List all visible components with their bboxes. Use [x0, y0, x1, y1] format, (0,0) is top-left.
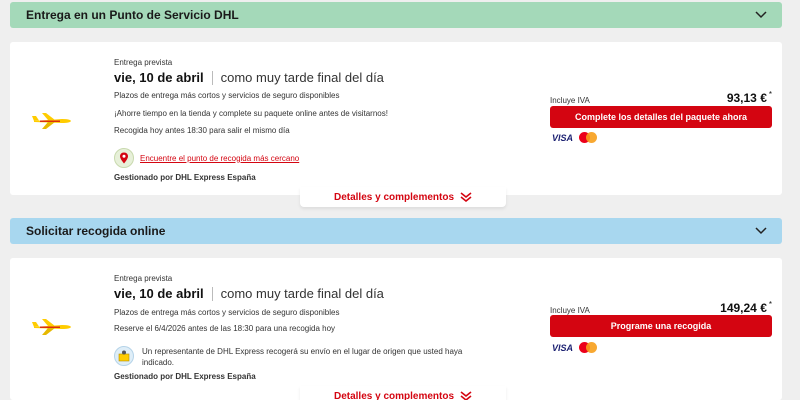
- service-point-card: Entrega prevista vie, 10 de abril como m…: [10, 42, 782, 195]
- info-line-2: Reserve el 6/4/2026 antes de las 18:30 p…: [114, 324, 336, 333]
- price-value: 149,24 €: [720, 301, 767, 315]
- price: 149,24 € *: [720, 300, 772, 315]
- vat-label: Incluye IVA: [550, 306, 590, 315]
- managed-by: Gestionado por DHL Express España: [114, 173, 256, 182]
- section-title: Entrega en un Punto de Servicio DHL: [26, 8, 239, 22]
- payment-methods: VISA: [552, 132, 598, 143]
- delivery-date: vie, 10 de abril: [114, 286, 204, 301]
- info-line-2: ¡Ahorre tiempo en la tienda y complete s…: [114, 109, 388, 118]
- chevron-down-icon[interactable]: [754, 8, 768, 22]
- info-line-1: Plazos de entrega más cortos y servicios…: [114, 91, 340, 100]
- courier-info-text: Un representante de DHL Express recogerá…: [142, 347, 463, 367]
- price: 93,13 € *: [727, 90, 772, 105]
- details-and-extras-toggle[interactable]: Detalles y complementos: [300, 187, 506, 207]
- details-label: Detalles y complementos: [333, 191, 455, 203]
- delivery-date-note: como muy tarde final del día: [220, 70, 384, 85]
- visa-logo: VISA: [552, 342, 574, 353]
- payment-methods: VISA: [552, 342, 598, 353]
- schedule-pickup-button[interactable]: Programe una recogida: [550, 315, 772, 337]
- managed-by: Gestionado por DHL Express España: [114, 372, 256, 381]
- online-pickup-card: Entrega prevista vie, 10 de abril como m…: [10, 258, 782, 400]
- delivery-date: vie, 10 de abril: [114, 70, 204, 85]
- delivery-label: Entrega prevista: [114, 274, 173, 283]
- section-header-service-point[interactable]: Entrega en un Punto de Servicio DHL: [10, 2, 782, 28]
- details-label: Detalles y complementos: [333, 390, 455, 400]
- delivery-label: Entrega prevista: [114, 58, 173, 67]
- double-chevron-down-icon: [460, 192, 472, 202]
- info-line-1: Plazos de entrega más cortos y servicios…: [114, 308, 340, 317]
- vat-label: Incluye IVA: [550, 96, 590, 105]
- price-value: 93,13 €: [726, 91, 767, 105]
- price-footnote-mark: *: [768, 90, 772, 99]
- section-header-online-pickup[interactable]: Solicitar recogida online: [10, 218, 782, 244]
- delivery-date-row: vie, 10 de abril como muy tarde final de…: [114, 286, 384, 301]
- visa-logo: VISA: [552, 132, 574, 143]
- complete-package-details-button[interactable]: Complete los detalles del paquete ahora: [550, 106, 772, 128]
- dhl-plane-icon: [32, 319, 71, 335]
- price-footnote-mark: *: [768, 300, 772, 309]
- map-pin-icon: [114, 148, 134, 168]
- courier-info: Un representante de DHL Express recogerá…: [114, 346, 472, 368]
- divider: [211, 286, 213, 301]
- section-title: Solicitar recogida online: [26, 224, 166, 238]
- courier-icon: [114, 346, 134, 366]
- delivery-date-row: vie, 10 de abril como muy tarde final de…: [114, 70, 384, 85]
- info-line-3: Recogida hoy antes 18:30 para salir el m…: [114, 126, 290, 135]
- delivery-date-note: como muy tarde final del día: [220, 286, 384, 301]
- dhl-plane-icon: [32, 113, 71, 129]
- double-chevron-down-icon: [460, 391, 472, 400]
- mastercard-icon: [579, 342, 598, 353]
- mastercard-icon: [579, 132, 598, 143]
- chevron-down-icon[interactable]: [754, 224, 768, 238]
- divider: [211, 70, 213, 85]
- find-pickup-point[interactable]: Encuentre el punto de recogida más cerca…: [114, 148, 299, 168]
- find-pickup-point-link[interactable]: Encuentre el punto de recogida más cerca…: [140, 154, 299, 163]
- details-and-extras-toggle[interactable]: Detalles y complementos: [300, 386, 506, 400]
